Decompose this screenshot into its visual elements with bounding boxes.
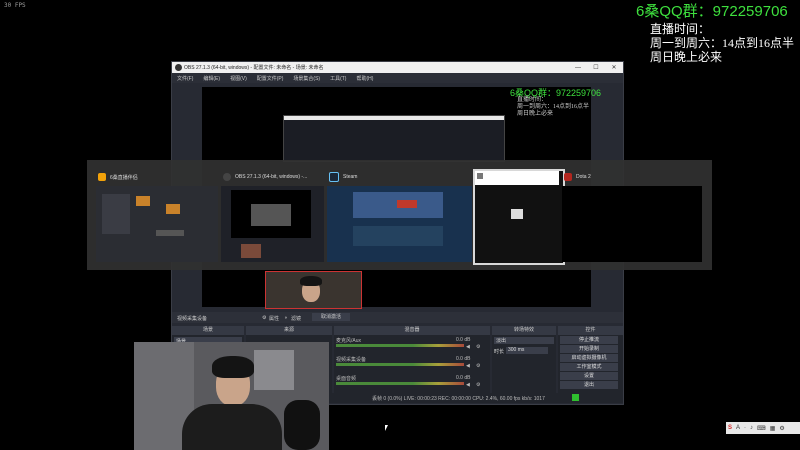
deactivate-button[interactable]: 取消激活	[312, 313, 350, 321]
window-title: Dota 2	[576, 174, 591, 180]
menu-edit[interactable]: 编辑(E)	[198, 73, 225, 83]
switcher-window-item[interactable]: 6桑直播伴侣	[96, 170, 218, 262]
source-toolbar: 视频采集设备 ⚙ 属性 ◑ 滤镜 取消激活	[172, 312, 623, 323]
controls-panel: 停止推流 开始录制 启动虚拟摄像机 工作室模式 设置 退出	[558, 335, 623, 393]
menu-file[interactable]: 文件(F)	[172, 73, 198, 83]
close-icon[interactable]: ✕	[605, 64, 623, 71]
steam-icon	[329, 172, 339, 182]
obs-titlebar[interactable]: OBS 27.1.3 (64-bit, windows) - 配置文件: 未命名…	[172, 62, 623, 73]
mixer-track: 桌面音频 0.0 dB ◀ ⚙	[336, 375, 486, 391]
app-icon	[98, 173, 106, 181]
transition-select[interactable]: 淡出	[494, 337, 554, 344]
schedule-line: 直播时间：	[517, 97, 548, 103]
schedule-line: 直播时间：	[650, 22, 711, 36]
menu-profile[interactable]: 配置文件(P)	[252, 73, 289, 83]
dota-icon	[564, 173, 572, 181]
duration-input[interactable]: 300 ms	[506, 347, 548, 354]
switcher-window-item[interactable]	[473, 169, 565, 265]
volume-meter	[336, 344, 464, 347]
mixer-panel-header: 混音器	[334, 326, 490, 335]
gear-icon[interactable]: ⚙	[476, 363, 480, 369]
mouse-cursor-icon	[385, 425, 388, 431]
gear-icon[interactable]: ⚙	[777, 425, 786, 432]
speaker-icon[interactable]: ◀	[466, 382, 470, 388]
window-title: 6桑直播伴侣	[110, 174, 138, 181]
schedule-line: 周日晚上必来	[650, 50, 723, 64]
menu-help[interactable]: 帮助(H)	[351, 73, 378, 83]
maximize-icon[interactable]: ☐	[587, 64, 605, 71]
microphone-icon[interactable]: ♪	[748, 425, 755, 431]
language-icon[interactable]: A	[734, 425, 742, 431]
gear-icon[interactable]: ⚙	[476, 344, 480, 350]
obs-logo-icon	[175, 64, 182, 71]
schedule-line: 周一到周六：14点到16点半	[650, 36, 795, 50]
switcher-window-item[interactable]: OBS 27.1.3 (64-bit, windows) -...	[221, 170, 324, 262]
window-title: OBS 27.1.3 (64-bit, windows) -...	[235, 174, 308, 180]
stream-schedule: 直播时间： 周一到周六：14点到16点半 周日晚上必来	[650, 22, 794, 64]
mixer-panel: 麦克风/Aux 0.0 dB ◀ ⚙ 视频采集设备 0.0 dB ◀ ⚙ 桌面音…	[334, 335, 490, 393]
obs-logo-icon	[223, 173, 231, 181]
duration-label: 时长	[494, 349, 505, 355]
speaker-icon[interactable]: ◀	[466, 363, 470, 369]
menu-tools[interactable]: 工具(T)	[325, 73, 351, 83]
virtual-camera-button[interactable]: 启动虚拟摄像机	[560, 354, 618, 362]
stop-streaming-button[interactable]: 停止推流	[560, 336, 618, 344]
keyboard-icon[interactable]: ⌨	[755, 425, 768, 432]
schedule-line: 周日晚上必来	[517, 111, 554, 117]
mixer-track-db: 0.0 dB	[456, 337, 471, 343]
fps-counter: 30 FPS	[4, 2, 26, 9]
filter-icon[interactable]: ◑	[284, 315, 287, 321]
gear-icon[interactable]: ⚙	[476, 382, 480, 388]
app-icon	[477, 173, 483, 179]
webcam-preview-small	[265, 271, 362, 309]
minimize-icon[interactable]: —	[569, 65, 587, 71]
obs-window-title: OBS 27.1.3 (64-bit, windows) - 配置文件: 未命名…	[184, 65, 324, 71]
window-title: Steam	[343, 174, 358, 180]
nested-obs-preview	[283, 115, 505, 162]
sources-panel-header: 来源	[246, 326, 332, 335]
status-text: 丢帧 0 (0.0%) LIVE: 00:00:23 REC: 00:00:00…	[372, 396, 545, 402]
transitions-panel-header: 转场特效	[492, 326, 556, 335]
volume-meter	[336, 382, 464, 385]
input-method-icon[interactable]: S	[726, 425, 734, 431]
schedule-line: 周一到周六：14点到16点半	[517, 104, 590, 110]
obs-menubar: 文件(F) 编辑(E) 视图(V) 配置文件(P) 场景集合(S) 工具(T) …	[172, 73, 623, 83]
window-thumbnail	[327, 186, 472, 262]
mixer-track-db: 0.0 dB	[456, 375, 471, 381]
settings-button[interactable]: 设置	[560, 372, 618, 380]
nested-titlebar	[284, 116, 504, 120]
properties-button[interactable]: 属性	[269, 315, 279, 322]
mixer-track: 麦克风/Aux 0.0 dB ◀ ⚙	[336, 337, 486, 353]
mixer-track: 视频采集设备 0.0 dB ◀ ⚙	[336, 356, 486, 372]
switcher-window-item[interactable]: Dota 2	[562, 170, 702, 262]
speaker-icon[interactable]: ◀	[466, 344, 470, 350]
studio-mode-button[interactable]: 工作室模式	[560, 363, 618, 371]
transitions-panel: 淡出 时长 300 ms	[492, 335, 556, 393]
window-thumbnail	[96, 186, 218, 262]
window-thumbnail	[562, 186, 702, 262]
menu-view[interactable]: 视图(V)	[225, 73, 252, 83]
window-thumbnail	[221, 186, 324, 262]
controls-panel-header: 控件	[558, 326, 623, 335]
preview-schedule: 直播时间： 周一到周六：14点到16点半 周日晚上必来	[517, 97, 589, 118]
task-switcher: 6桑直播伴侣 OBS 27.1.3 (64-bit, windows) -...…	[87, 160, 712, 270]
filters-button[interactable]: 滤镜	[291, 315, 301, 322]
gear-icon[interactable]: ⚙	[262, 315, 266, 321]
volume-meter	[336, 363, 464, 366]
grid-icon[interactable]: ▦	[768, 425, 778, 432]
scenes-panel-header: 场景	[172, 326, 244, 335]
start-recording-button[interactable]: 开始录制	[560, 345, 618, 353]
window-thumbnail	[475, 171, 563, 263]
exit-button[interactable]: 退出	[560, 381, 618, 389]
status-indicator-icon	[572, 394, 579, 401]
mixer-track-db: 0.0 dB	[456, 356, 471, 362]
switcher-window-item[interactable]: Steam	[327, 170, 472, 262]
system-tray: S A · ♪ ⌨ ▦ ⚙	[726, 422, 800, 434]
selected-source-label: 视频采集设备	[177, 316, 208, 322]
menu-scene-collection[interactable]: 场景集合(S)	[288, 73, 325, 83]
webcam-overlay	[134, 342, 329, 450]
qq-group-overlay: 6桑QQ群：972259706	[636, 3, 788, 20]
